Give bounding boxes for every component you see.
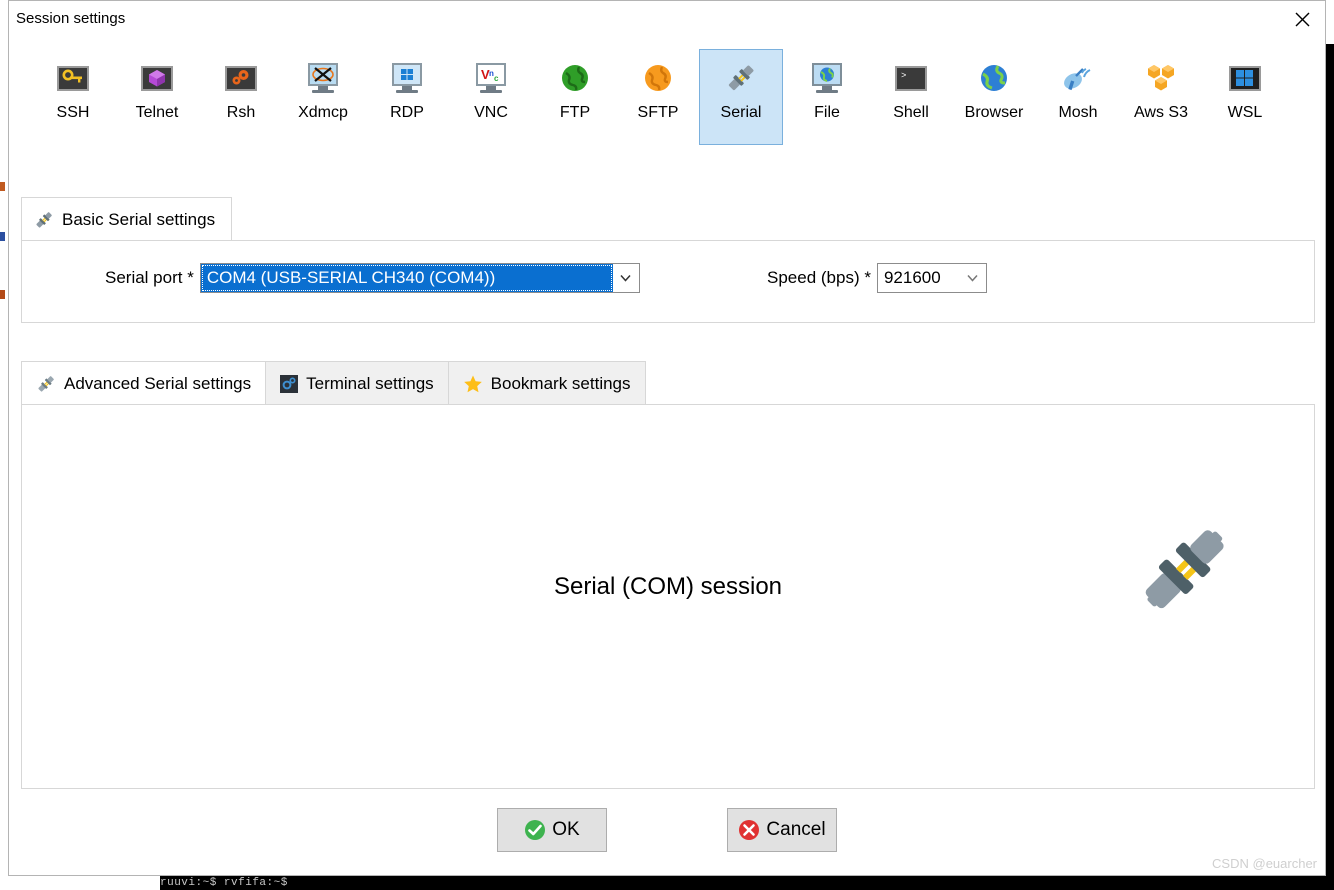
session-type-label: Serial (720, 104, 762, 121)
session-type-ssh[interactable]: SSH (31, 49, 115, 145)
x-circle-icon (738, 819, 760, 841)
vnc-monitor-icon: V n c (473, 60, 509, 96)
background-left-marker-2 (0, 232, 5, 241)
session-preview-panel: Serial (COM) session (21, 404, 1315, 789)
session-type-rdp[interactable]: RDP (365, 49, 449, 145)
session-type-label: File (814, 104, 840, 121)
tab-label: Advanced Serial settings (64, 373, 252, 393)
star-icon (463, 374, 483, 394)
session-type-file[interactable]: File (785, 49, 869, 145)
session-type-shell[interactable]: > Shell (869, 49, 953, 145)
ftp-globe-icon (557, 60, 593, 96)
cancel-button-label: Cancel (766, 819, 826, 840)
ssh-key-icon (55, 60, 91, 96)
session-preview-caption: Serial (COM) session (553, 573, 783, 600)
browser-globe-icon (976, 60, 1012, 96)
basic-serial-settings-tab[interactable]: Basic Serial settings (21, 197, 233, 241)
session-type-mosh[interactable]: Mosh (1036, 49, 1120, 145)
session-type-label: Telnet (135, 104, 179, 121)
serial-port-label: Serial port * (105, 268, 194, 287)
shell-prompt-icon: > (893, 60, 929, 96)
telnet-cube-icon (139, 60, 175, 96)
session-type-label: SFTP (637, 104, 679, 121)
check-circle-icon (524, 819, 546, 841)
session-type-wsl[interactable]: WSL (1203, 49, 1287, 145)
session-type-rsh[interactable]: Rsh (199, 49, 283, 145)
session-type-label: RDP (390, 104, 424, 121)
rsh-gears-icon (223, 60, 259, 96)
close-icon (1295, 12, 1309, 27)
svg-text:>: > (901, 71, 906, 81)
ok-button[interactable]: OK (497, 808, 607, 852)
dialog-title: Session settings (16, 10, 126, 27)
serial-plug-large-icon (1136, 521, 1232, 622)
session-type-ftp[interactable]: FTP (533, 49, 617, 145)
session-type-label: Shell (893, 104, 929, 121)
basic-serial-settings-group: Basic Serial settings Serial port * COM4… (21, 197, 1315, 323)
tab-label: Bookmark settings (490, 373, 631, 393)
aws-s3-boxes-icon (1143, 60, 1179, 96)
session-type-label: SSH (56, 104, 90, 121)
serial-port-select[interactable]: COM4 (USB-SERIAL CH340 (COM4)) (199, 263, 640, 293)
session-type-label: Aws S3 (1134, 104, 1188, 121)
sftp-globe-icon (640, 60, 676, 96)
session-type-serial[interactable]: Serial (699, 49, 783, 145)
tab-terminal-settings[interactable]: Terminal settings (265, 361, 449, 405)
basic-serial-settings-tab-label: Basic Serial settings (62, 209, 216, 229)
serial-port-value: COM4 (USB-SERIAL CH340 (COM4)) (200, 264, 613, 292)
background-left-marker-1 (0, 182, 5, 191)
speed-field: Speed (bps) * 921600 (767, 263, 987, 293)
chevron-down-icon[interactable] (613, 274, 639, 282)
session-type-label: VNC (474, 104, 508, 121)
background-terminal-text: ruuvi:~$ rvfifa:~$ (160, 877, 288, 889)
close-button[interactable] (1279, 1, 1325, 38)
session-settings-dialog: Session settings SSH Telnet Rsh Xdmcp RD… (8, 0, 1326, 876)
rdp-windows-icon (389, 60, 425, 96)
mosh-dish-icon (1060, 60, 1096, 96)
background-terminal-bottom-edge: ruuvi:~$ rvfifa:~$ (160, 876, 1334, 890)
session-type-browser[interactable]: Browser (952, 49, 1036, 145)
background-left-marker-3 (0, 290, 5, 299)
serial-plug-icon (723, 60, 759, 96)
tab-advanced-serial-settings[interactable]: Advanced Serial settings (21, 361, 267, 405)
serial-plug-icon (36, 374, 56, 394)
cancel-button[interactable]: Cancel (727, 808, 837, 852)
session-type-label: Mosh (1058, 104, 1098, 121)
speed-value: 921600 (883, 268, 941, 287)
wsl-windows-icon (1227, 60, 1263, 96)
session-type-telnet[interactable]: Telnet (115, 49, 199, 145)
chevron-down-icon[interactable] (960, 274, 986, 282)
session-type-label: WSL (1227, 104, 1263, 121)
svg-text:c: c (494, 74, 499, 83)
session-type-vnc[interactable]: V n c VNC (449, 49, 533, 145)
speed-select[interactable]: 921600 (876, 263, 987, 293)
session-type-label: FTP (559, 104, 591, 121)
watermark: CSDN @euarcher (1212, 856, 1317, 871)
settings-tabstrip: Advanced Serial settings Terminal settin… (21, 361, 646, 405)
file-monitor-icon (809, 60, 845, 96)
session-type-aws-s3[interactable]: Aws S3 (1119, 49, 1203, 145)
session-type-label: Rsh (226, 104, 256, 121)
session-type-toolbar: SSH Telnet Rsh Xdmcp RDP V n c VNC FTP S… (9, 39, 1325, 149)
dialog-footer: OK Cancel (9, 807, 1325, 853)
speed-label: Speed (bps) * (767, 268, 871, 287)
ok-button-label: OK (552, 819, 580, 840)
tab-label: Terminal settings (306, 373, 434, 393)
serial-port-field: Serial port * COM4 (USB-SERIAL CH340 (CO… (105, 263, 640, 293)
session-type-xdmcp[interactable]: Xdmcp (281, 49, 365, 145)
xdmcp-x-icon (305, 60, 341, 96)
basic-serial-settings-body: Serial port * COM4 (USB-SERIAL CH340 (CO… (21, 240, 1315, 323)
terminal-gear-icon (280, 374, 299, 393)
session-type-label: Browser (964, 104, 1024, 121)
session-type-sftp[interactable]: SFTP (616, 49, 700, 145)
serial-plug-icon (34, 210, 54, 230)
tab-bookmark-settings[interactable]: Bookmark settings (447, 361, 646, 405)
dialog-titlebar: Session settings (9, 1, 1325, 39)
session-type-label: Xdmcp (298, 104, 348, 121)
